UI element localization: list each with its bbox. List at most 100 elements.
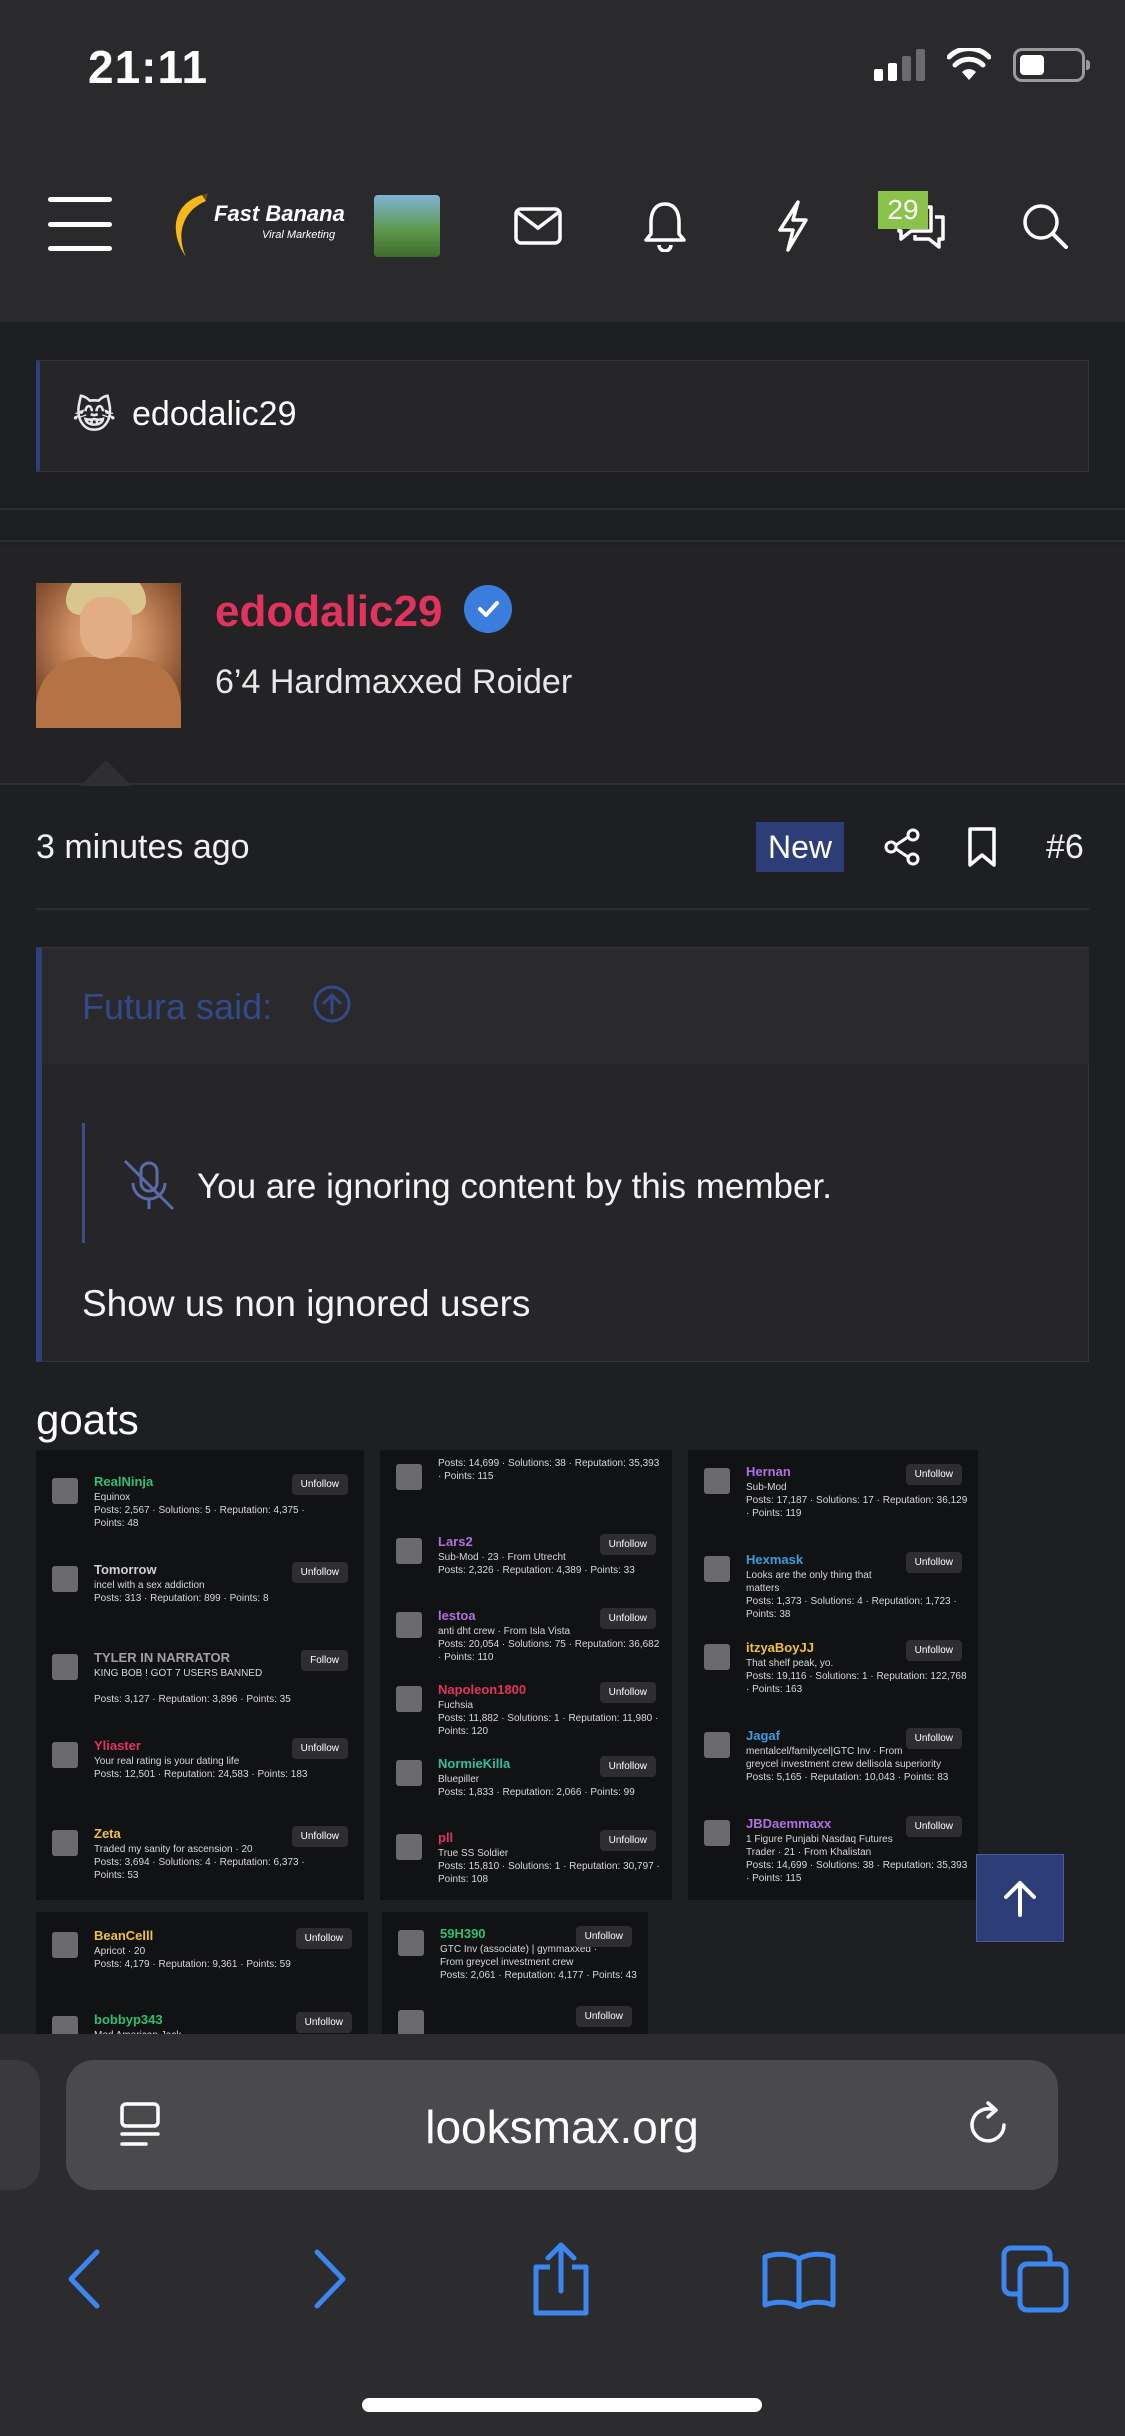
embedded-column-2: Posts: 14,699 · Solutions: 38 · Reputati… [380,1450,672,1900]
embedded-user-detail: That shelf peak, yo. [746,1658,834,1669]
post-number[interactable]: #6 [1046,828,1084,867]
embedded-user-avatar [52,2016,78,2035]
embedded-user-detail: Posts: 1,833 · Reputation: 2,066 · Point… [438,1787,635,1798]
user-avatar-thumbnail[interactable] [374,195,440,257]
divider [36,908,1089,910]
reload-icon[interactable] [964,2100,1014,2150]
post-meta: 3 minutes ago New #6 [0,785,1125,910]
embedded-user-row: Jagaf mentalcel/familycel|GTC Inv · From g… [698,1722,968,1806]
breadcrumb[interactable]: 😹 edodalic29 [36,360,1089,472]
forward-icon[interactable] [284,2234,374,2324]
menu-icon[interactable] [48,197,112,251]
embedded-user-detail: · Points: 110 [438,1652,494,1663]
embedded-follow-button: Unfollow [291,1738,348,1759]
embedded-user-row: NormieKilla Bluepiller Posts: 1,833 · Repu… [390,1750,662,1820]
previous-tab-peek[interactable] [0,2060,40,2190]
bell-icon[interactable] [632,193,698,259]
embedded-follow-button: Unfollow [295,2012,352,2033]
embedded-user-row: Zeta Traded my sanity for ascension · 20 P… [46,1820,354,1900]
embedded-user-row: Yliaster Your real rating is your dating … [46,1732,354,1816]
embedded-follow-button: Unfollow [599,1756,656,1777]
embedded-user-row: itzyaBoyJJ That shelf peak, yo. Posts: 19,… [698,1634,968,1718]
embedded-user-detail: · Points: 163 [746,1684,803,1695]
embedded-user-avatar [52,1478,78,1504]
embedded-user-detail: Your real rating is your dating life [94,1756,240,1767]
author-avatar[interactable] [36,583,181,728]
embedded-follow-button: Follow [301,1650,348,1671]
embedded-user-row: pll True SS Soldier Posts: 15,810 · Soluti… [390,1824,662,1894]
mail-icon[interactable] [505,193,571,259]
share-icon[interactable] [876,821,928,873]
author-username[interactable]: edodalic29 [215,587,442,637]
lightning-icon[interactable] [760,193,826,259]
embedded-user-avatar [704,1732,730,1758]
embedded-user-row: lestoa anti dht crew · From Isla Vista Pos… [390,1602,662,1672]
embedded-user-detail: Posts: 2,567 · Solutions: 5 · Reputation… [94,1505,305,1516]
muted-microphone-icon [123,1159,175,1211]
embedded-user-name: Hexmask [746,1552,804,1567]
ignored-notice-text: You are ignoring content by this member. [197,1167,832,1206]
embedded-user-detail: Sub-Mod · 23 · From Utrecht [438,1552,566,1563]
site-logo[interactable]: Fast Banana Viral Marketing [166,191,346,261]
embedded-follow-button: Unfollow [295,1928,352,1949]
embedded-user-avatar [52,1654,78,1680]
embedded-user-detail: Posts: 2,326 · Reputation: 4,389 · Point… [438,1565,635,1576]
browser-toolbar: looksmax.org [0,2034,1125,2436]
embedded-user-name: 59H390 [440,1926,486,1941]
embedded-user-avatar [52,1566,78,1592]
embedded-user-name: TYLER IN NARRATOR [94,1650,231,1665]
embedded-user-detail: Posts: 19,116 · Solutions: 1 · Reputatio… [746,1671,967,1682]
new-badge: New [756,822,844,872]
bookmark-icon[interactable] [956,821,1008,873]
post-body-text: goats [36,1396,139,1443]
embedded-user-detail: Posts: 12,501 · Reputation: 24,583 · Poi… [94,1769,308,1780]
embedded-user-detail: · Points: 119 [746,1508,802,1519]
embedded-follow-button: Unfollow [575,2006,632,2027]
tabs-icon[interactable] [990,2234,1080,2324]
embedded-user-name: BeanCelll [94,1928,154,1943]
embedded-user-name: itzyaBoyJJ [746,1640,814,1655]
jump-to-quote-icon[interactable] [312,984,352,1024]
quote-block: Futura said: You are ignoring content by… [36,947,1089,1362]
embedded-image[interactable]: RealNinja Equinox Posts: 2,567 · Solutions… [36,1450,990,2035]
embedded-user-name: Tomorrow [94,1562,157,1577]
embedded-user-name: JBDaemmaxx [746,1816,832,1831]
embedded-user-detail: Posts: 3,127 · Reputation: 3,896 · Point… [94,1694,291,1705]
embedded-user-detail: mentalcel/familycel|GTC Inv · From [746,1746,903,1757]
search-icon[interactable] [1012,193,1078,259]
embedded-follow-button: Unfollow [905,1728,962,1749]
divider [0,508,1125,542]
embedded-follow-button: Unfollow [575,1926,632,1947]
embedded-user-avatar [704,1820,730,1846]
embedded-user-avatar [52,1830,78,1856]
embedded-user-detail: Posts: 15,810 · Solutions: 1 · Reputatio… [438,1861,660,1872]
post-time[interactable]: 3 minutes ago [36,828,250,867]
embedded-follow-button: Unfollow [599,1830,656,1851]
embedded-user-detail: Posts: 2,061 · Reputation: 4,177 · Point… [440,1970,637,1981]
embedded-user-detail: Trader · 21 · From Khalistan [746,1847,872,1858]
embedded-user-detail: From greycel investment crew [440,1957,574,1968]
embedded-user-row: Posts: 14,699 · Solutions: 38 · Reputati… [390,1454,662,1524]
embedded-follow-button: Unfollow [291,1826,348,1847]
embedded-user-row: Unfollow [392,2000,638,2035]
embedded-user-name: lestoa [438,1608,476,1623]
embedded-user-detail: · Points: 115 [438,1471,494,1482]
embedded-user-detail: incel with a sex addiction [94,1580,205,1591]
crying-cat-emoji: 😹 [72,395,117,437]
share-icon[interactable] [516,2234,606,2324]
embedded-user-detail: Sub-Mod [746,1482,787,1493]
scroll-to-top-button[interactable] [976,1854,1064,1942]
battery-icon [1013,48,1090,82]
bookmarks-icon[interactable] [754,2234,844,2324]
quote-author[interactable]: Futura said: [82,986,272,1028]
ignored-content-notice[interactable]: You are ignoring content by this member. [82,1123,982,1243]
embedded-user-detail: KING BOB ! GOT 7 USERS BANNED [94,1668,263,1679]
home-indicator [362,2398,762,2412]
address-bar[interactable]: looksmax.org [66,2060,1058,2190]
quote-body-text: Show us non ignored users [82,1283,531,1324]
embedded-follow-button: Unfollow [905,1464,962,1485]
logo-subtext: Viral Marketing [262,229,336,241]
embedded-user-row: Lars2 Sub-Mod · 23 · From Utrecht Posts: 2… [390,1528,662,1598]
back-icon[interactable] [40,2234,130,2324]
embedded-user-detail: · Points: 115 [746,1873,802,1884]
